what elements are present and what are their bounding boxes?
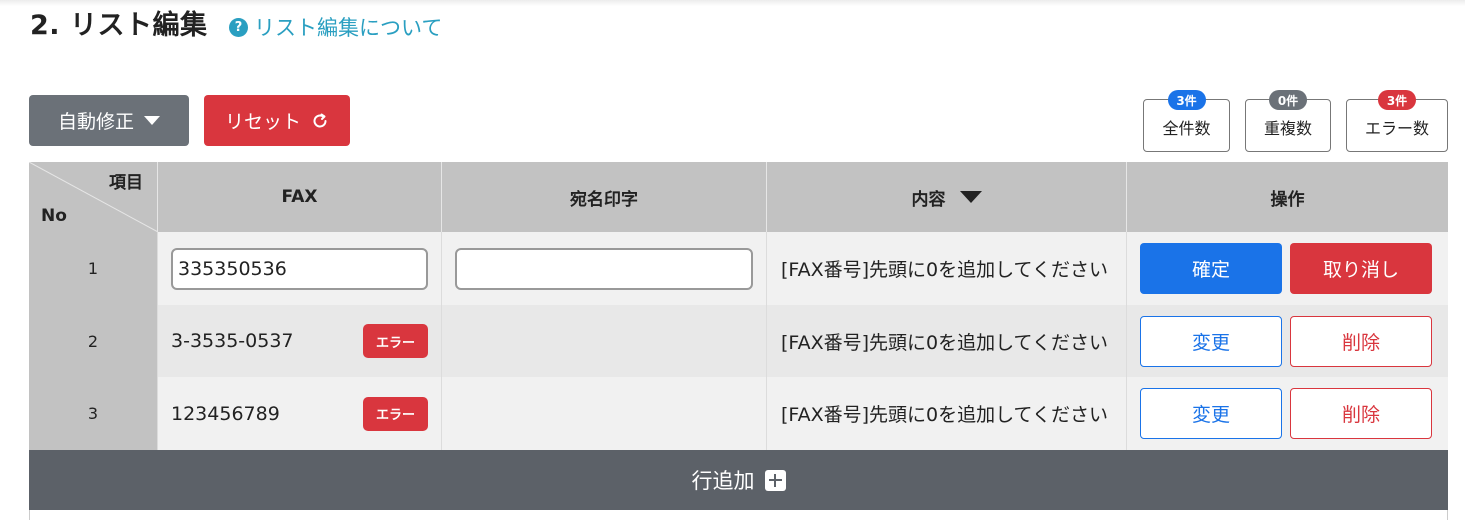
header-operation: 操作	[1270, 189, 1305, 210]
change-button[interactable]: 変更	[1140, 315, 1282, 367]
table-row: 2 3-3535-0537 エラー [FAX番号]先頭に0を追加してください 変…	[29, 305, 1448, 377]
duplicate-count-label: 重複数	[1263, 119, 1312, 138]
content-cell: [FAX番号]先頭に0を追加してください	[767, 232, 1127, 305]
operation-cell: 確定 取り消し	[1127, 232, 1448, 305]
error-badge: エラー	[363, 396, 428, 431]
page-title: 2. リスト編集	[30, 10, 208, 41]
confirm-button[interactable]: 確定	[1140, 243, 1282, 294]
reset-button[interactable]: リセット	[204, 95, 350, 146]
table-border-right	[1447, 510, 1448, 520]
header-content[interactable]: 内容	[767, 162, 1127, 232]
total-count-label: 全件数	[1162, 119, 1211, 138]
header-fax: FAX	[158, 162, 442, 232]
operation-cell: 変更 削除	[1127, 305, 1448, 377]
duplicate-count-badge: 0件	[1269, 90, 1307, 110]
header-no: No	[41, 206, 67, 226]
change-button[interactable]: 変更	[1140, 388, 1282, 439]
delete-button[interactable]: 削除	[1290, 388, 1432, 439]
operation-cell: 変更 削除	[1127, 377, 1448, 450]
fax-value: 123456789	[171, 402, 280, 425]
row-number: 1	[29, 232, 158, 305]
fax-cell: 123456789 エラー	[158, 377, 442, 450]
cancel-button[interactable]: 取り消し	[1290, 243, 1432, 294]
name-cell	[442, 305, 767, 377]
error-badge: エラー	[363, 324, 428, 358]
table-row: 3 123456789 エラー [FAX番号]先頭に0を追加してください 変更 …	[29, 377, 1448, 450]
question-circle-icon: ?	[229, 17, 248, 37]
plus-square-icon	[764, 469, 786, 491]
add-row-button[interactable]: 行追加	[29, 450, 1448, 510]
row-number: 2	[29, 305, 158, 377]
table-row: 1 335350536 [FAX番号]先頭に0を追加してください 確定 取り消し	[29, 232, 1448, 305]
row-number: 3	[29, 377, 158, 450]
content-cell: [FAX番号]先頭に0を追加してください	[767, 377, 1127, 450]
fax-input[interactable]: 335350536	[171, 247, 428, 290]
table-border-left	[29, 510, 30, 520]
header-item: 項目	[109, 173, 143, 193]
help-link[interactable]: ? リスト編集について	[229, 12, 442, 42]
content-cell: [FAX番号]先頭に0を追加してください	[767, 305, 1127, 377]
name-cell	[442, 232, 767, 305]
refresh-icon	[313, 113, 327, 127]
fax-value: 3-3535-0537	[171, 330, 294, 352]
auto-fix-button[interactable]: 自動修正	[29, 95, 189, 146]
name-input[interactable]	[455, 247, 753, 290]
header-name: 宛名印字	[442, 162, 767, 232]
header-content-label: 内容	[911, 189, 946, 210]
error-count-label: エラー数	[1364, 119, 1429, 138]
top-shadow	[0, 0, 1465, 6]
reset-label: リセット	[224, 111, 301, 133]
help-link-label: リスト編集について	[254, 16, 443, 40]
header-corner-cell: 項目 No	[29, 162, 158, 232]
total-count-badge: 3件	[1167, 90, 1206, 110]
duplicate-count-box: 0件 重複数	[1245, 90, 1331, 152]
error-count-box: 3件 エラー数	[1346, 90, 1448, 152]
fax-cell: 3-3535-0537 エラー	[158, 305, 442, 377]
name-cell	[442, 377, 767, 450]
total-count-box: 3件 全件数	[1143, 90, 1230, 152]
auto-fix-label: 自動修正	[57, 111, 134, 133]
error-count-badge: 3件	[1378, 90, 1416, 110]
add-row-label: 行追加	[691, 469, 755, 493]
delete-button[interactable]: 削除	[1290, 315, 1432, 367]
caret-down-icon	[144, 116, 160, 125]
table-header-row: 項目 No FAX 宛名印字 内容 操作	[29, 162, 1448, 232]
fax-cell: 335350536	[158, 232, 442, 305]
caret-down-icon	[959, 191, 982, 203]
